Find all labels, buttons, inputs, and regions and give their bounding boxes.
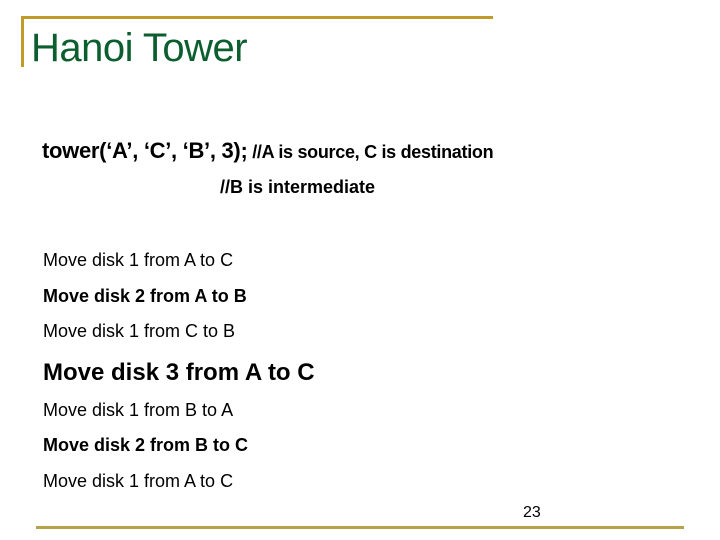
move-step-1: Move disk 1 from A to C	[43, 250, 234, 270]
move-step-6: Move disk 2 from B to C	[43, 435, 249, 455]
function-call-comment: //A is source, C is destination	[247, 142, 494, 162]
function-call-comment-2: //B is intermediate	[220, 177, 376, 197]
move-step-4: Move disk 3 from A to C	[43, 359, 315, 386]
title-accent-line-left	[21, 16, 24, 67]
slide-title: Hanoi Tower	[31, 26, 248, 70]
function-call-code: tower(‘A’, ‘C’, ‘B’, 3);	[42, 138, 248, 163]
page-number: 23	[523, 504, 541, 521]
function-call-line: tower(‘A’, ‘C’, ‘B’, 3); //A is source, …	[42, 138, 494, 163]
footer-accent-line	[36, 526, 684, 529]
move-step-7: Move disk 1 from A to C	[43, 471, 234, 491]
move-step-5: Move disk 1 from B to A	[43, 400, 234, 420]
move-step-2: Move disk 2 from A to B	[43, 286, 247, 306]
move-step-3: Move disk 1 from C to B	[43, 321, 236, 341]
title-accent-line-top	[21, 16, 493, 19]
